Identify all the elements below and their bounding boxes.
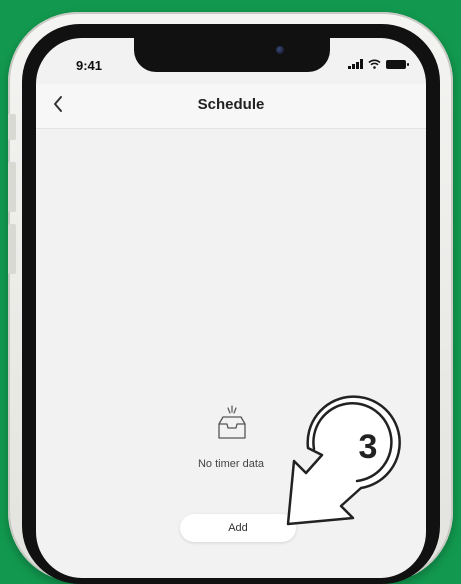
page-title: Schedule bbox=[197, 96, 265, 113]
battery-icon bbox=[386, 59, 409, 69]
volume-down-button bbox=[8, 224, 16, 274]
notch bbox=[134, 38, 330, 72]
nav-bar: Schedule bbox=[36, 84, 426, 129]
volume-up-button bbox=[8, 162, 16, 212]
cellular-signal-icon bbox=[348, 59, 363, 69]
mute-switch bbox=[8, 114, 16, 140]
empty-inbox-icon bbox=[218, 405, 246, 439]
status-time: 9:41 bbox=[76, 58, 103, 73]
add-button[interactable]: Add bbox=[180, 514, 296, 542]
camera-icon bbox=[276, 46, 284, 54]
step-number: 3 bbox=[358, 428, 378, 466]
wifi-icon bbox=[368, 59, 381, 69]
status-icons bbox=[348, 59, 409, 69]
phone-screen: 9:41 Schedule No timer data Add bbox=[36, 38, 426, 578]
